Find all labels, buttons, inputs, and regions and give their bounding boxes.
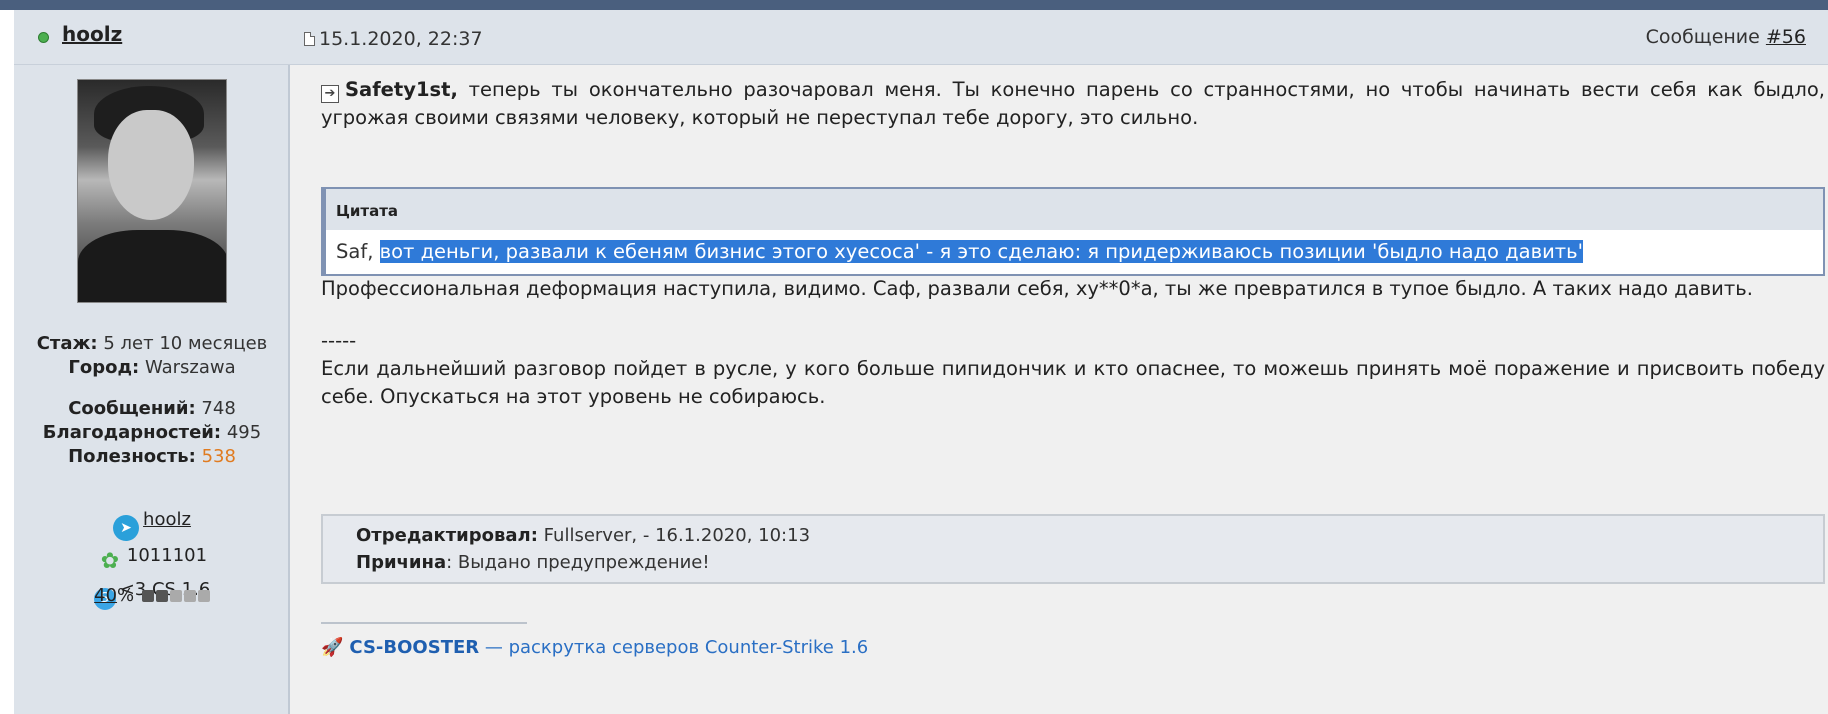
stat-posts: Сообщений: 748 [68, 398, 236, 419]
edit-notice: Отредактировал: Fullserver, - 16.1.2020,… [321, 514, 1825, 584]
message-label: Сообщение [1645, 26, 1760, 48]
message-permalink[interactable]: #56 [1766, 26, 1806, 48]
telegram-icon: ➤ [113, 515, 140, 541]
signature-divider [321, 622, 527, 624]
reputation-square [169, 590, 182, 602]
post-date-text: 15.1.2020, 22:37 [319, 28, 483, 50]
reputation-square [183, 590, 196, 602]
quote-title: Цитата [326, 189, 1823, 230]
avatar[interactable] [77, 79, 227, 303]
top-bar [0, 0, 1828, 10]
stat-tenure: Стаж: 5 лет 10 месяцев [36, 333, 268, 354]
author-sidebar: Стаж: 5 лет 10 месяцев Город: Warszawa С… [14, 65, 290, 714]
post-paragraph: Профессиональная деформация наступила, в… [321, 277, 1753, 300]
post-paragraph: ➔ Safety1st, теперь ты окончательно разоч… [321, 78, 1825, 129]
post-paragraph: ----- Если дальнейший разговор пойдет в р… [321, 329, 1825, 408]
reputation-square [197, 590, 210, 602]
stat-thanks: Благодарностей: 495 [42, 422, 262, 443]
reputation-meter: 40% [14, 585, 290, 606]
rocket-icon: 🚀 [321, 637, 344, 658]
quote-block: Цитата Saf, вот деньги, развали к ебеням… [321, 187, 1825, 276]
edited-by: Отредактировал: Fullserver, - 16.1.2020,… [356, 525, 811, 546]
stat-city: Город: Warszawa [68, 357, 236, 378]
author-username-link[interactable]: hoolz [62, 22, 122, 46]
quote-body: Saf, вот деньги, развали к ебеням бизнис… [336, 240, 1583, 263]
reputation-square [141, 590, 154, 602]
edit-reason: Причина: Выдано предупреждение! [356, 552, 710, 573]
message-number: Сообщение #56 [1646, 26, 1806, 48]
post-date: 15.1.2020, 22:37 [304, 28, 483, 50]
mentioned-user[interactable]: Safety1st, [345, 78, 458, 101]
reputation-square [155, 590, 168, 602]
contact-telegram: ➤ hoolz [14, 505, 290, 541]
forum-post: hoolz 15.1.2020, 22:37 Сообщение #56 Ста… [14, 10, 1828, 714]
author-stats: Стаж: 5 лет 10 месяцев Город: Warszawa С… [14, 332, 290, 469]
reply-arrow-icon[interactable]: ➔ [321, 85, 339, 103]
online-status-icon [38, 32, 49, 43]
reputation-percent-link[interactable]: 40 [94, 585, 117, 606]
post-header: hoolz 15.1.2020, 22:37 Сообщение #56 [14, 10, 1828, 65]
document-icon [304, 32, 315, 46]
stat-usefulness: Полезность: 538 [68, 446, 236, 467]
telegram-link[interactable]: hoolz [143, 509, 191, 530]
selected-text: вот деньги, развали к ебеням бизнис этог… [379, 240, 1583, 263]
separator-text: ----- [321, 329, 357, 352]
post-content: ➔ Safety1st, теперь ты окончательно разоч… [290, 65, 1828, 714]
icq-flower-icon: ✿ [100, 549, 120, 574]
signature-link[interactable]: 🚀 CS-BOOSTER — раскрутка серверов Counter… [321, 637, 868, 658]
contact-icq: ✿ 1011101 [14, 541, 290, 575]
